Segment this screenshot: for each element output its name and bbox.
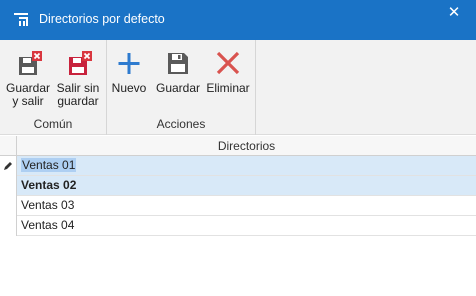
table-row[interactable]: Ventas 02: [17, 176, 476, 196]
directory-cell: Ventas 04: [21, 218, 75, 232]
delete-button[interactable]: Eliminar: [204, 48, 252, 95]
app-bars-icon: [14, 13, 28, 26]
save-and-exit-label-2: y salir: [12, 94, 44, 108]
ribbon-group-label-comun: Común: [33, 117, 73, 131]
save-label: Guardar: [155, 81, 201, 95]
directories-grid: Directorios Ventas 01 Ventas 02 Ventas 0…: [0, 136, 476, 296]
plus-icon: [118, 53, 140, 74]
ribbon-toolbar: Guardar y salir Salir sin guardar Común …: [0, 40, 476, 135]
ribbon-group-acciones: Nuevo Guardar Eliminar Acciones: [107, 40, 256, 135]
table-row[interactable]: Ventas 03: [17, 196, 476, 216]
pencil-edit-icon: [4, 162, 12, 170]
grid-header: Directorios: [0, 136, 476, 156]
ribbon-group-label-acciones: Acciones: [156, 117, 206, 131]
row-indicator-column: [0, 156, 17, 236]
delete-x-icon: [216, 51, 240, 75]
table-row[interactable]: Ventas 04: [17, 216, 476, 236]
delete-label: Eliminar: [206, 81, 250, 95]
column-header-directorios[interactable]: Directorios: [17, 139, 476, 153]
directory-cell-editing[interactable]: Ventas 01: [21, 158, 77, 172]
window-title: Directorios por defecto: [39, 12, 165, 26]
exit-without-save-label-2: guardar: [57, 94, 99, 108]
ribbon-group-comun: Guardar y salir Salir sin guardar Común: [0, 40, 107, 135]
exit-without-save-icon: [69, 51, 92, 75]
table-row[interactable]: Ventas 01: [17, 156, 476, 176]
row-indicator-header: [0, 136, 17, 156]
exit-without-save-button[interactable]: Salir sin guardar: [54, 48, 102, 108]
save-button[interactable]: Guardar: [153, 48, 203, 95]
new-label: Nuevo: [111, 81, 147, 95]
save-and-exit-button[interactable]: Guardar y salir: [4, 48, 52, 108]
save-icon: [168, 53, 188, 74]
save-close-icon: [19, 51, 42, 75]
directory-cell: Ventas 02: [21, 178, 77, 192]
directory-cell: Ventas 03: [21, 198, 75, 212]
title-bar: Directorios por defecto ✕: [0, 0, 476, 40]
close-icon[interactable]: ✕: [442, 4, 466, 24]
new-button[interactable]: Nuevo: [111, 48, 147, 95]
